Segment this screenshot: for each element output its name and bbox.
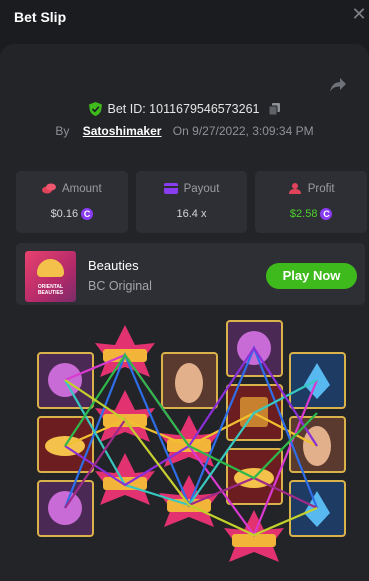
- payout-label: Payout: [183, 183, 220, 195]
- bet-id-row: Bet ID: 1011679546573261: [0, 102, 369, 122]
- bet-meta-row: By Satoshimaker On 9/27/2022, 3:09:34 PM: [0, 124, 369, 142]
- share-icon[interactable]: [329, 77, 347, 93]
- card-icon: [163, 183, 178, 195]
- game-name: Beauties: [88, 258, 139, 273]
- fan-icon: [37, 259, 64, 277]
- close-icon[interactable]: ✕: [351, 5, 367, 23]
- header-bar: Bet Slip ✕: [0, 0, 369, 44]
- shield-check-icon: [88, 102, 102, 116]
- game-provider: BC Original: [88, 279, 152, 293]
- profit-label: Profit: [307, 183, 335, 195]
- bet-datetime: 9/27/2022, 3:09:34 PM: [192, 124, 314, 138]
- by-label: By: [55, 124, 70, 138]
- game-thumbnail[interactable]: ORIENTAL BEAUTIES: [25, 251, 76, 302]
- user-link[interactable]: Satoshimaker: [83, 124, 162, 138]
- coins-icon: [42, 183, 57, 194]
- amount-value: $0.16: [50, 208, 79, 220]
- page-title: Bet Slip: [14, 9, 67, 25]
- symbol-board: [37, 320, 346, 562]
- bc-coin-icon: C: [320, 208, 333, 221]
- game-thumbnail-text: ORIENTAL BEAUTIES: [37, 284, 64, 296]
- reels-result: [0, 315, 369, 581]
- payout-card: Payout 16.4 x: [135, 171, 248, 233]
- reel-3: [159, 352, 219, 527]
- stats-row: Amount $0.16 C Payout 16.4 x Profit $2.58…: [16, 171, 368, 233]
- on-label: On: [172, 124, 189, 138]
- reel-2: [95, 325, 155, 505]
- game-card: ORIENTAL BEAUTIES Beauties BC Original P…: [16, 243, 365, 305]
- profit-value: $2.58: [289, 208, 318, 220]
- bet-id-text: Bet ID: 1011679546573261: [107, 102, 260, 116]
- profit-card: Profit $2.58 C: [255, 171, 368, 233]
- amount-card: Amount $0.16 C: [16, 171, 128, 233]
- copy-icon[interactable]: [269, 103, 281, 115]
- profit-icon: [288, 183, 301, 195]
- bc-coin-icon: C: [81, 208, 94, 221]
- amount-label: Amount: [62, 183, 102, 195]
- play-now-button[interactable]: Play Now: [266, 263, 357, 289]
- payout-value: 16.4 x: [176, 208, 207, 220]
